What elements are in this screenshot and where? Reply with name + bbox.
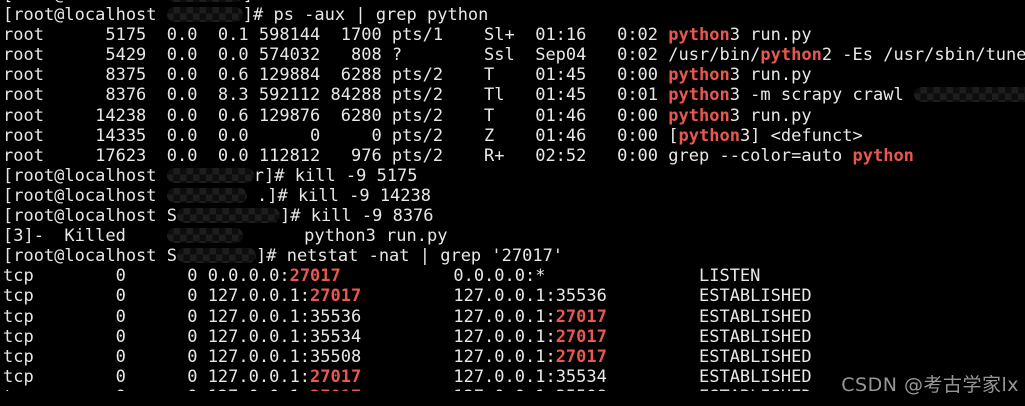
terminal-text: r]# kill -9 5175 <box>254 166 418 186</box>
terminal-line: [root@localhost S ]# netstat -nat | grep … <box>3 246 1025 266</box>
terminal-text: 3 run.py <box>730 65 812 85</box>
terminal-text: [root@localhost <box>3 166 167 186</box>
grep-highlight: 27017 <box>310 286 361 306</box>
terminal-line: root 14238 0.0 0.6 129876 6280 pts/2 T 0… <box>3 106 1025 126</box>
terminal-text: 3 -m scrapy crawl <box>730 85 914 105</box>
terminal-text: .]# kill -9 14238 <box>247 186 431 206</box>
terminal-line: tcp 0 0 0.0.0.0:27017 0.0.0.0:* LISTEN <box>3 266 1025 286</box>
grep-highlight: python <box>760 45 821 65</box>
terminal-line: tcp 0 0 127.0.0.1:35508 127.0.0.1:27017 … <box>3 347 1025 367</box>
terminal-text: root 5429 0.0 0.0 574032 808 ? Ssl Sep04… <box>3 45 760 65</box>
terminal-line: [root@localhost r]# kill -9 5175 <box>3 166 1025 186</box>
terminal-line: root 5429 0.0 0.0 574032 808 ? Ssl Sep04… <box>3 45 1025 65</box>
terminal-text: root 17623 0.0 0.0 112812 976 pts/2 R+ 0… <box>3 146 853 166</box>
terminal-text: ESTABLISHED <box>607 347 812 367</box>
terminal-text: [root@localhost <box>3 186 167 206</box>
grep-highlight: python <box>668 25 729 45</box>
terminal-line: tcp 0 0 127.0.0.1:27017 127.0.0.1:35534 … <box>3 367 1025 387</box>
grep-highlight: 27017 <box>310 387 361 391</box>
terminal-line: [root@localhost ]# ps -aux | grep python <box>3 5 1025 25</box>
terminal-text: root 8376 0.0 8.3 592112 84288 pts/2 Tl … <box>3 85 668 105</box>
redaction-blob <box>167 188 247 203</box>
terminal-text: 3 run.py <box>730 106 812 126</box>
terminal-output[interactable]: [root@localhost ]# [root@localhost ]# ps… <box>0 0 1025 391</box>
terminal-line: [3]- Killed python3 run.py <box>3 226 1025 246</box>
grep-highlight: 27017 <box>290 266 341 286</box>
redaction-blob <box>167 228 243 243</box>
terminal-text: ]# netstat -nat | grep '27017' <box>256 246 563 266</box>
terminal-text: 127.0.0.1:35508 ESTABLISHED <box>361 387 811 391</box>
terminal-line: tcp 0 0 127.0.0.1:35534 127.0.0.1:27017 … <box>3 327 1025 347</box>
terminal-text: tcp 0 0 127.0.0.1: <box>3 286 310 306</box>
terminal-text: ]# ps -aux | grep python <box>243 5 489 25</box>
terminal-text: python3 run.py <box>243 226 448 246</box>
terminal-text: [root@localhost S <box>3 246 177 266</box>
terminal-text: root 8375 0.0 0.6 129884 6288 pts/2 T 01… <box>3 65 668 85</box>
terminal-text: 2 -Es /usr/sbin/tuned <box>822 45 1025 65</box>
redaction-blob <box>167 7 243 22</box>
grep-highlight: python <box>668 65 729 85</box>
terminal-text: ESTABLISHED <box>607 307 812 327</box>
terminal-line: root 14335 0.0 0.0 0 0 pts/2 Z 01:46 0:0… <box>3 126 1025 146</box>
terminal-line: [root@localhost .]# kill -9 14238 <box>3 186 1025 206</box>
terminal-text: 127.0.0.1:35536 ESTABLISHED <box>361 286 811 306</box>
terminal-text: root 14238 0.0 0.6 129876 6280 pts/2 T 0… <box>3 106 668 126</box>
terminal-text: 127.0.0.1:35534 ESTABLISHED <box>361 367 811 387</box>
terminal-text: tcp 0 0 127.0.0.1:35508 127.0.0.1: <box>3 347 556 367</box>
terminal-text: [3]- Killed <box>3 226 167 246</box>
terminal-text: tcp 0 0 127.0.0.1:35536 127.0.0.1: <box>3 307 556 327</box>
terminal-text: 3 run.py <box>730 25 812 45</box>
terminal-window: { "terminal": { "colors": { "background"… <box>0 0 1025 406</box>
terminal-line: tcp 0 0 127.0.0.1:27017 127.0.0.1:35508 … <box>3 387 1025 391</box>
terminal-text: [root@localhost S <box>3 206 177 226</box>
terminal-text: tcp 0 0 127.0.0.1:35534 127.0.0.1: <box>3 327 556 347</box>
redaction-blob <box>167 168 254 183</box>
redaction-blob <box>167 0 243 2</box>
redaction-blob <box>177 248 256 263</box>
grep-highlight: python <box>668 85 729 105</box>
terminal-line: root 5175 0.0 0.1 598144 1700 pts/1 Sl+ … <box>3 25 1025 45</box>
grep-highlight: 27017 <box>310 367 361 387</box>
terminal-text: tcp 0 0 0.0.0.0: <box>3 266 290 286</box>
terminal-line: root 8375 0.0 0.6 129884 6288 pts/2 T 01… <box>3 65 1025 85</box>
terminal-text: root 14335 0.0 0.0 0 0 pts/2 Z 01:46 0:0… <box>3 126 679 146</box>
terminal-line: tcp 0 0 127.0.0.1:27017 127.0.0.1:35536 … <box>3 286 1025 306</box>
terminal-text: ]# kill -9 8376 <box>280 206 434 226</box>
terminal-text: tcp 0 0 127.0.0.1: <box>3 367 310 387</box>
terminal-text: [root@localhost <box>3 5 167 25</box>
terminal-text: tcp 0 0 127.0.0.1: <box>3 387 310 391</box>
grep-highlight: 27017 <box>556 307 607 327</box>
grep-highlight: python <box>668 106 729 126</box>
terminal-line: [root@localhost S ]# kill -9 8376 <box>3 206 1025 226</box>
redaction-blob <box>914 87 1025 102</box>
grep-highlight: 27017 <box>556 347 607 367</box>
grep-highlight: python <box>853 146 914 166</box>
terminal-line: root 8376 0.0 8.3 592112 84288 pts/2 Tl … <box>3 85 1025 105</box>
grep-highlight: python <box>679 126 740 146</box>
terminal-text: 0.0.0.0:* LISTEN <box>341 266 761 286</box>
terminal-text: 3] <defunct> <box>740 126 863 146</box>
grep-highlight: 27017 <box>556 327 607 347</box>
terminal-line: tcp 0 0 127.0.0.1:35536 127.0.0.1:27017 … <box>3 307 1025 327</box>
redaction-blob <box>177 208 280 223</box>
terminal-line: root 17623 0.0 0.0 112812 976 pts/2 R+ 0… <box>3 146 1025 166</box>
terminal-text: root 5175 0.0 0.1 598144 1700 pts/1 Sl+ … <box>3 25 668 45</box>
terminal-text: ESTABLISHED <box>607 327 812 347</box>
